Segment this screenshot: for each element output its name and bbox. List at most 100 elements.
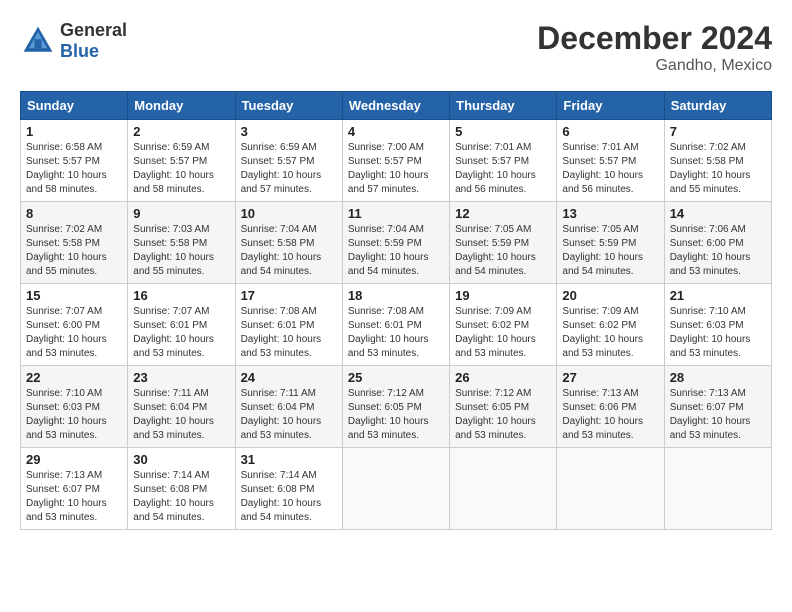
empty-cell	[450, 448, 557, 530]
day-number: 29	[26, 452, 122, 467]
day-number: 11	[348, 206, 444, 221]
day-number: 6	[562, 124, 658, 139]
day-info: Sunrise: 7:12 AM Sunset: 6:05 PM Dayligh…	[455, 387, 551, 443]
calendar-day-cell: 10 Sunrise: 7:04 AM Sunset: 5:58 PM Dayl…	[235, 202, 342, 284]
logo: General Blue	[20, 20, 127, 62]
day-number: 23	[133, 370, 229, 385]
day-number: 18	[348, 288, 444, 303]
day-number: 14	[670, 206, 766, 221]
day-info: Sunrise: 7:10 AM Sunset: 6:03 PM Dayligh…	[670, 305, 766, 361]
weekday-header-row: Sunday Monday Tuesday Wednesday Thursday…	[21, 92, 772, 120]
calendar-day-cell: 2 Sunrise: 6:59 AM Sunset: 5:57 PM Dayli…	[128, 120, 235, 202]
day-info: Sunrise: 7:13 AM Sunset: 6:07 PM Dayligh…	[670, 387, 766, 443]
empty-cell	[557, 448, 664, 530]
calendar-day-cell: 27 Sunrise: 7:13 AM Sunset: 6:06 PM Dayl…	[557, 366, 664, 448]
day-number: 22	[26, 370, 122, 385]
day-number: 9	[133, 206, 229, 221]
day-number: 17	[241, 288, 337, 303]
calendar-day-cell: 16 Sunrise: 7:07 AM Sunset: 6:01 PM Dayl…	[128, 284, 235, 366]
day-number: 16	[133, 288, 229, 303]
day-number: 20	[562, 288, 658, 303]
title-block: December 2024 Gandho, Mexico	[537, 20, 772, 75]
day-number: 25	[348, 370, 444, 385]
calendar-week-row: 1 Sunrise: 6:58 AM Sunset: 5:57 PM Dayli…	[21, 120, 772, 202]
calendar-day-cell: 24 Sunrise: 7:11 AM Sunset: 6:04 PM Dayl…	[235, 366, 342, 448]
location: Gandho, Mexico	[537, 57, 772, 75]
calendar-day-cell: 13 Sunrise: 7:05 AM Sunset: 5:59 PM Dayl…	[557, 202, 664, 284]
page-header: General Blue December 2024 Gandho, Mexic…	[20, 20, 772, 75]
day-info: Sunrise: 7:09 AM Sunset: 6:02 PM Dayligh…	[455, 305, 551, 361]
day-number: 30	[133, 452, 229, 467]
calendar-day-cell: 29 Sunrise: 7:13 AM Sunset: 6:07 PM Dayl…	[21, 448, 128, 530]
calendar-day-cell: 3 Sunrise: 6:59 AM Sunset: 5:57 PM Dayli…	[235, 120, 342, 202]
day-info: Sunrise: 7:08 AM Sunset: 6:01 PM Dayligh…	[348, 305, 444, 361]
header-wednesday: Wednesday	[342, 92, 449, 120]
day-number: 26	[455, 370, 551, 385]
header-tuesday: Tuesday	[235, 92, 342, 120]
calendar-day-cell: 6 Sunrise: 7:01 AM Sunset: 5:57 PM Dayli…	[557, 120, 664, 202]
day-info: Sunrise: 7:13 AM Sunset: 6:07 PM Dayligh…	[26, 469, 122, 525]
calendar-day-cell: 12 Sunrise: 7:05 AM Sunset: 5:59 PM Dayl…	[450, 202, 557, 284]
day-info: Sunrise: 7:11 AM Sunset: 6:04 PM Dayligh…	[241, 387, 337, 443]
day-info: Sunrise: 7:06 AM Sunset: 6:00 PM Dayligh…	[670, 223, 766, 279]
day-info: Sunrise: 7:09 AM Sunset: 6:02 PM Dayligh…	[562, 305, 658, 361]
day-info: Sunrise: 7:11 AM Sunset: 6:04 PM Dayligh…	[133, 387, 229, 443]
calendar-day-cell: 17 Sunrise: 7:08 AM Sunset: 6:01 PM Dayl…	[235, 284, 342, 366]
day-number: 3	[241, 124, 337, 139]
calendar-day-cell: 11 Sunrise: 7:04 AM Sunset: 5:59 PM Dayl…	[342, 202, 449, 284]
calendar-day-cell: 1 Sunrise: 6:58 AM Sunset: 5:57 PM Dayli…	[21, 120, 128, 202]
day-info: Sunrise: 6:59 AM Sunset: 5:57 PM Dayligh…	[241, 141, 337, 197]
calendar-week-row: 8 Sunrise: 7:02 AM Sunset: 5:58 PM Dayli…	[21, 202, 772, 284]
calendar-day-cell: 28 Sunrise: 7:13 AM Sunset: 6:07 PM Dayl…	[664, 366, 771, 448]
day-info: Sunrise: 7:00 AM Sunset: 5:57 PM Dayligh…	[348, 141, 444, 197]
empty-cell	[342, 448, 449, 530]
calendar-day-cell: 31 Sunrise: 7:14 AM Sunset: 6:08 PM Dayl…	[235, 448, 342, 530]
day-info: Sunrise: 7:14 AM Sunset: 6:08 PM Dayligh…	[241, 469, 337, 525]
month-title: December 2024	[537, 20, 772, 57]
calendar-day-cell: 5 Sunrise: 7:01 AM Sunset: 5:57 PM Dayli…	[450, 120, 557, 202]
day-number: 4	[348, 124, 444, 139]
calendar-day-cell: 21 Sunrise: 7:10 AM Sunset: 6:03 PM Dayl…	[664, 284, 771, 366]
calendar-day-cell: 8 Sunrise: 7:02 AM Sunset: 5:58 PM Dayli…	[21, 202, 128, 284]
day-number: 24	[241, 370, 337, 385]
calendar-day-cell: 14 Sunrise: 7:06 AM Sunset: 6:00 PM Dayl…	[664, 202, 771, 284]
day-info: Sunrise: 7:05 AM Sunset: 5:59 PM Dayligh…	[562, 223, 658, 279]
header-monday: Monday	[128, 92, 235, 120]
calendar-day-cell: 25 Sunrise: 7:12 AM Sunset: 6:05 PM Dayl…	[342, 366, 449, 448]
day-info: Sunrise: 7:01 AM Sunset: 5:57 PM Dayligh…	[562, 141, 658, 197]
calendar-day-cell: 4 Sunrise: 7:00 AM Sunset: 5:57 PM Dayli…	[342, 120, 449, 202]
calendar-day-cell: 20 Sunrise: 7:09 AM Sunset: 6:02 PM Dayl…	[557, 284, 664, 366]
header-sunday: Sunday	[21, 92, 128, 120]
day-info: Sunrise: 6:58 AM Sunset: 5:57 PM Dayligh…	[26, 141, 122, 197]
day-number: 2	[133, 124, 229, 139]
day-number: 12	[455, 206, 551, 221]
day-number: 8	[26, 206, 122, 221]
day-info: Sunrise: 7:04 AM Sunset: 5:59 PM Dayligh…	[348, 223, 444, 279]
day-number: 13	[562, 206, 658, 221]
day-info: Sunrise: 7:03 AM Sunset: 5:58 PM Dayligh…	[133, 223, 229, 279]
calendar-day-cell: 22 Sunrise: 7:10 AM Sunset: 6:03 PM Dayl…	[21, 366, 128, 448]
day-number: 15	[26, 288, 122, 303]
day-info: Sunrise: 7:12 AM Sunset: 6:05 PM Dayligh…	[348, 387, 444, 443]
day-info: Sunrise: 7:02 AM Sunset: 5:58 PM Dayligh…	[670, 141, 766, 197]
day-number: 21	[670, 288, 766, 303]
day-number: 28	[670, 370, 766, 385]
calendar-day-cell: 26 Sunrise: 7:12 AM Sunset: 6:05 PM Dayl…	[450, 366, 557, 448]
day-number: 7	[670, 124, 766, 139]
logo-text: General Blue	[60, 20, 127, 62]
day-number: 10	[241, 206, 337, 221]
calendar-week-row: 29 Sunrise: 7:13 AM Sunset: 6:07 PM Dayl…	[21, 448, 772, 530]
calendar-day-cell: 19 Sunrise: 7:09 AM Sunset: 6:02 PM Dayl…	[450, 284, 557, 366]
day-number: 19	[455, 288, 551, 303]
calendar-day-cell: 23 Sunrise: 7:11 AM Sunset: 6:04 PM Dayl…	[128, 366, 235, 448]
header-thursday: Thursday	[450, 92, 557, 120]
day-info: Sunrise: 7:02 AM Sunset: 5:58 PM Dayligh…	[26, 223, 122, 279]
day-info: Sunrise: 7:10 AM Sunset: 6:03 PM Dayligh…	[26, 387, 122, 443]
day-info: Sunrise: 7:01 AM Sunset: 5:57 PM Dayligh…	[455, 141, 551, 197]
day-info: Sunrise: 6:59 AM Sunset: 5:57 PM Dayligh…	[133, 141, 229, 197]
day-number: 27	[562, 370, 658, 385]
calendar-day-cell: 15 Sunrise: 7:07 AM Sunset: 6:00 PM Dayl…	[21, 284, 128, 366]
day-info: Sunrise: 7:05 AM Sunset: 5:59 PM Dayligh…	[455, 223, 551, 279]
calendar-day-cell: 30 Sunrise: 7:14 AM Sunset: 6:08 PM Dayl…	[128, 448, 235, 530]
day-info: Sunrise: 7:04 AM Sunset: 5:58 PM Dayligh…	[241, 223, 337, 279]
